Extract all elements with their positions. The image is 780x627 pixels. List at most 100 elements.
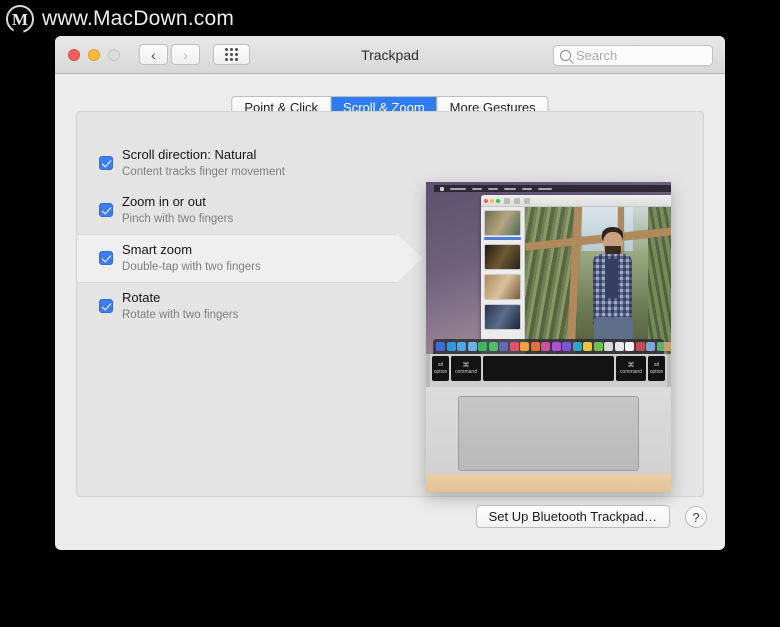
- command-icon: ⌘: [462, 361, 470, 369]
- dock-app-icon: [457, 342, 466, 351]
- checkbox-rotate[interactable]: [99, 299, 113, 313]
- option-row-zoom-in-or-out[interactable]: Zoom in or out Pinch with two fingers: [77, 187, 397, 234]
- system-preferences-window: ‹ › Trackpad Search Point & Click Scroll…: [55, 36, 725, 550]
- option-title: Smart zoom: [122, 242, 193, 257]
- gesture-options-list: Scroll direction: Natural Content tracks…: [77, 140, 423, 330]
- macbook-keyboard: alt option ⌘ command ⌘ command alt optio…: [430, 354, 667, 387]
- key-command-left: ⌘ command: [451, 356, 481, 381]
- option-subtitle: Double-tap with two fingers: [122, 261, 261, 273]
- menu-item: [538, 187, 552, 190]
- dock-app-icon: [436, 342, 445, 351]
- key-label: option: [649, 368, 664, 375]
- option-row-smart-zoom[interactable]: Smart zoom Double-tap with two fingers: [77, 234, 423, 283]
- preview-app-window: [481, 195, 671, 354]
- option-row-rotate[interactable]: Rotate Rotate with two fingers: [77, 283, 397, 330]
- option-text: Scroll direction: Natural Content tracks…: [122, 147, 285, 180]
- menu-item: [450, 187, 466, 190]
- macbook-palmrest: [426, 387, 671, 492]
- forward-button: ›: [171, 44, 200, 65]
- traffic-lights: [68, 48, 120, 61]
- dock-app-icon: [635, 342, 645, 351]
- watermark-text: www.MacDown.com: [42, 7, 235, 30]
- checkbox-smart-zoom[interactable]: [99, 251, 113, 265]
- macbook-screen: [426, 182, 671, 354]
- toolbar-icon: [524, 197, 530, 204]
- option-title: Zoom in or out: [122, 194, 206, 209]
- close-button[interactable]: [68, 48, 80, 61]
- zoom-button: [108, 48, 120, 61]
- option-row-scroll-direction[interactable]: Scroll direction: Natural Content tracks…: [77, 140, 397, 187]
- photo-canvas: [525, 207, 671, 354]
- dock: [433, 339, 664, 354]
- dock-app-icon: [499, 342, 508, 351]
- dock-app-icon: [478, 342, 487, 351]
- minimize-icon: [490, 198, 494, 203]
- dock-app-icon: [583, 342, 592, 351]
- thumbnail-image: [484, 304, 521, 330]
- dock-app-icon: [614, 342, 624, 351]
- show-all-button[interactable]: [213, 44, 250, 65]
- option-subtitle: Rotate with two fingers: [122, 309, 239, 321]
- thumbnail-image: [484, 210, 521, 236]
- thumbnail-item: [484, 210, 521, 240]
- key-option-left: alt option: [432, 356, 449, 381]
- watermark: M www.MacDown.com: [6, 2, 234, 36]
- trackpad-surface: [458, 396, 639, 471]
- grid-icon: [225, 48, 238, 61]
- preview-app-titlebar: [481, 195, 671, 207]
- option-title: Scroll direction: Natural: [122, 147, 257, 162]
- option-text: Zoom in or out Pinch with two fingers: [122, 194, 233, 227]
- option-title: Rotate: [122, 290, 161, 305]
- minimize-button[interactable]: [88, 48, 100, 61]
- settings-panel: Scroll direction: Natural Content tracks…: [76, 111, 704, 497]
- search-placeholder: Search: [576, 48, 618, 63]
- option-subtitle: Pinch with two fingers: [122, 213, 234, 225]
- option-subtitle: Content tracks finger movement: [122, 166, 285, 178]
- thumbnail-image: [484, 244, 521, 270]
- dock-app-icon: [530, 342, 540, 351]
- back-button[interactable]: ‹: [139, 44, 168, 65]
- dock-app-icon: [446, 342, 456, 351]
- window-titlebar: ‹ › Trackpad Search: [55, 36, 725, 74]
- command-icon: ⌘: [627, 361, 635, 369]
- macdown-logo-icon: M: [6, 5, 34, 33]
- key-label: command: [455, 368, 477, 375]
- dock-app-icon: [509, 342, 519, 351]
- search-field[interactable]: Search: [553, 45, 713, 66]
- dock-app-icon: [520, 342, 529, 351]
- dock-app-icon: [551, 342, 561, 351]
- set-up-bluetooth-trackpad-button[interactable]: Set Up Bluetooth Trackpad…: [475, 505, 670, 528]
- key-sub: alt: [653, 361, 660, 368]
- preview-app-body: [481, 207, 671, 354]
- option-text: Rotate Rotate with two fingers: [122, 290, 238, 323]
- menu-bar: [434, 185, 671, 192]
- key-spacebar: [483, 356, 614, 381]
- dock-app-icon: [488, 342, 498, 351]
- dock-app-icon: [646, 342, 655, 351]
- gesture-preview-video: alt option ⌘ command ⌘ command alt optio…: [426, 182, 671, 492]
- zoom-icon: [496, 198, 500, 203]
- dock-app-icon: [593, 342, 603, 351]
- menu-item: [504, 187, 516, 190]
- dock-app-icon: [541, 342, 550, 351]
- key-sub: alt: [437, 361, 444, 368]
- dock-app-icon: [572, 342, 582, 351]
- toolbar-icon: [504, 197, 510, 204]
- dock-app-icon: [625, 342, 634, 351]
- thumbnail-sidebar: [481, 207, 525, 354]
- key-command-right: ⌘ command: [616, 356, 646, 381]
- screen: M www.MacDown.com ‹ › Trackpad Search Po…: [0, 0, 780, 627]
- wooden-desk: [426, 474, 671, 492]
- checkbox-zoom-in-or-out[interactable]: [99, 203, 113, 217]
- checkbox-scroll-direction[interactable]: [99, 156, 113, 170]
- dock-app-icon: [562, 342, 571, 351]
- close-icon: [484, 198, 488, 203]
- key-label: command: [620, 368, 642, 375]
- help-button[interactable]: ?: [685, 506, 707, 528]
- dock-app-icon: [604, 342, 613, 351]
- apple-menu-icon: [440, 186, 444, 191]
- search-icon: [560, 50, 571, 61]
- navigation-buttons: ‹ ›: [139, 44, 200, 65]
- toolbar-icon: [514, 197, 520, 204]
- thumbnail-selected-bar: [484, 237, 521, 240]
